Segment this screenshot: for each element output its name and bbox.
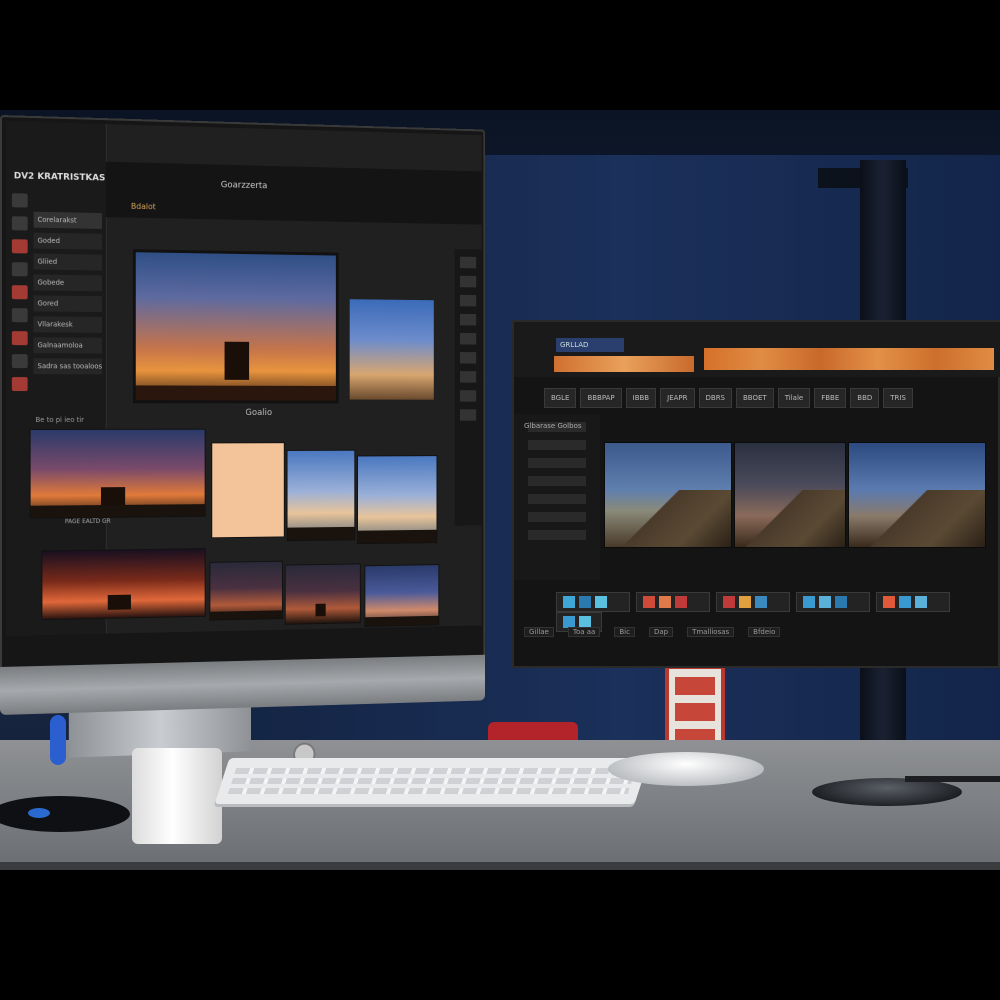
- folder-icon[interactable]: [11, 216, 28, 231]
- status-item[interactable]: Bic: [614, 627, 635, 637]
- white-cup: [132, 748, 222, 844]
- clip-thumbnail[interactable]: [209, 560, 283, 621]
- clip-thumbnail[interactable]: [41, 548, 206, 621]
- clip-thumbnail[interactable]: [286, 449, 356, 542]
- editor-topbar: Goarzzerta Bdalot: [105, 161, 482, 225]
- header-label[interactable]: GRLLAD: [556, 338, 624, 352]
- toolbar-button[interactable]: TRIS: [883, 388, 913, 408]
- toolbar-button[interactable]: BBOET: [736, 388, 774, 408]
- panel-tabs: Glbarase Golbos: [524, 422, 582, 430]
- effects-row: [556, 592, 1000, 632]
- list-item[interactable]: Goded: [33, 232, 102, 250]
- record-icon[interactable]: [11, 285, 28, 300]
- list-item[interactable]: Gobede: [33, 274, 102, 292]
- left-monitor: DV2 KRATRISTKAS Corelarakst Goded Gliied…: [0, 115, 486, 767]
- black-mouse[interactable]: [812, 778, 962, 806]
- clip-thumbnail[interactable]: [364, 564, 440, 627]
- right-monitor: GRLLAD BGLE BBBPAP IBBB JEAPR DBRS BBOET Tilal…: [512, 320, 1000, 668]
- photo-scene: GRLLAD BGLE BBBPAP IBBB JEAPR DBRS BBOET Tilal…: [0, 0, 1000, 1000]
- bin-label: Be to pi ieo tir: [35, 415, 84, 424]
- app-title: DV2 KRATRISTKAS: [13, 171, 106, 184]
- right-monitor-header: GRLLAD: [514, 322, 1000, 377]
- status-item[interactable]: Bfdeio: [748, 627, 781, 637]
- status-bar: Gillae Toa aa Bic Dap Tmalliosas Bfdeio: [524, 627, 994, 641]
- toolbar-button[interactable]: DBRS: [698, 388, 732, 408]
- monitor-bezel: DV2 KRATRISTKAS Corelarakst Goded Gliied…: [0, 115, 486, 675]
- desk-edge: [0, 862, 1000, 870]
- toolbar-button[interactable]: Tilale: [777, 388, 811, 408]
- toolbar-button[interactable]: JEAPR: [660, 388, 695, 408]
- project-list: Corelarakst Goded Gliied Gobede Gored Vl…: [33, 211, 102, 380]
- color-icon[interactable]: [11, 331, 28, 346]
- list-item[interactable]: Vllarakesk: [33, 316, 102, 333]
- effect-chip[interactable]: [556, 592, 630, 612]
- list-item[interactable]: Galnaamoloa: [33, 337, 102, 354]
- tool-icons: [10, 193, 32, 400]
- play-icon[interactable]: [11, 239, 28, 254]
- effect-chip[interactable]: [636, 592, 710, 612]
- layers-icon[interactable]: [11, 308, 28, 323]
- clip-thumbnail[interactable]: [29, 428, 206, 519]
- status-item[interactable]: Gillae: [524, 627, 554, 637]
- list-item[interactable]: Corelarakst: [33, 211, 102, 229]
- secondary-viewer[interactable]: [349, 299, 434, 400]
- settings-icon[interactable]: [11, 262, 28, 277]
- keyboard[interactable]: [214, 758, 650, 804]
- toolbar-button[interactable]: BGLE: [544, 388, 577, 408]
- status-item[interactable]: Toa aa: [567, 627, 601, 637]
- panel-title: Goarzzerta: [220, 180, 268, 192]
- clip-strip[interactable]: [554, 356, 694, 372]
- blue-cable: [50, 715, 66, 765]
- main-viewer[interactable]: [132, 249, 339, 404]
- preview-photo-1[interactable]: [604, 442, 732, 548]
- viewer-label: Goalio: [245, 408, 273, 418]
- list-item[interactable]: Sadra sas tooalooso: [33, 358, 102, 375]
- preview-photo-2[interactable]: [734, 442, 846, 548]
- status-item[interactable]: Tmalliosas: [687, 627, 735, 637]
- export-icon[interactable]: [11, 377, 28, 392]
- effect-chip[interactable]: [796, 592, 870, 612]
- panel-badge[interactable]: Bdalot: [131, 202, 156, 211]
- right-tool-column: [454, 248, 482, 526]
- white-mouse[interactable]: [608, 752, 764, 786]
- clip-thumbnail[interactable]: [357, 455, 438, 545]
- thumb-caption: PAGE EALTD GR: [64, 517, 111, 526]
- tab-a[interactable]: Glbarase: [524, 422, 555, 430]
- grid-icon[interactable]: [11, 193, 28, 208]
- clip-thumbnail[interactable]: [211, 442, 285, 539]
- timeline-waveform[interactable]: [704, 348, 994, 370]
- toolbar-buttons: BGLE BBBPAP IBBB JEAPR DBRS BBOET Tilale FBBE BB…: [544, 388, 1000, 410]
- list-item[interactable]: Gored: [33, 295, 102, 313]
- preview-photo-3[interactable]: [848, 442, 986, 548]
- stylus: [905, 776, 1000, 782]
- tab-b[interactable]: Golbos: [557, 422, 581, 430]
- effect-chip[interactable]: [876, 592, 950, 612]
- list-item[interactable]: Gliied: [33, 253, 102, 271]
- effect-chip[interactable]: [716, 592, 790, 612]
- right-sidebar: [514, 414, 600, 580]
- editor-screen: DV2 KRATRISTKAS Corelarakst Goded Gliied…: [5, 121, 482, 636]
- audio-icon[interactable]: [11, 354, 28, 369]
- toolbar-button[interactable]: BBD: [850, 388, 880, 408]
- toolbar-button[interactable]: FBBE: [814, 388, 847, 408]
- toolbar-button[interactable]: BBBPAP: [580, 388, 622, 408]
- toolbar-button[interactable]: IBBB: [625, 388, 657, 408]
- status-item[interactable]: Dap: [648, 627, 674, 637]
- clip-thumbnail[interactable]: [284, 563, 361, 625]
